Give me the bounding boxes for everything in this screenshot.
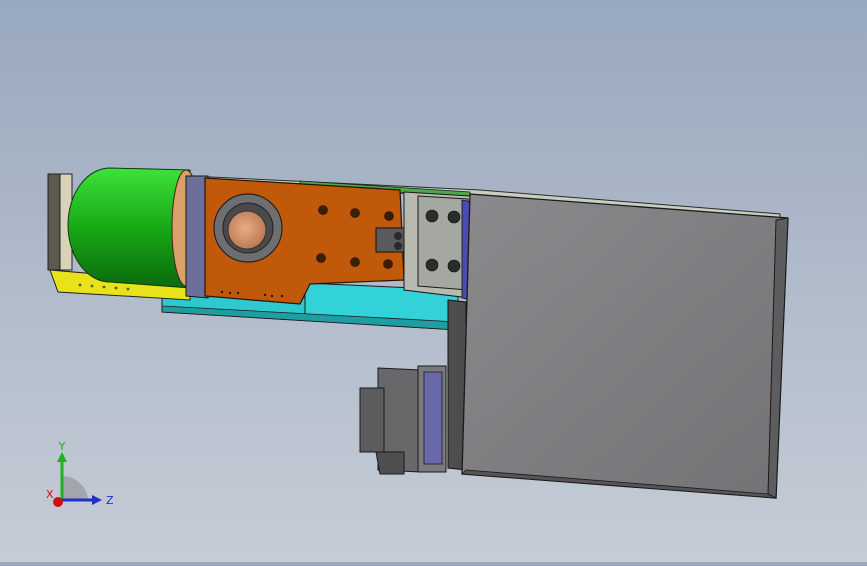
graphics-viewport[interactable]: Y Z X <box>0 0 867 562</box>
y-axis-label: Y <box>58 440 66 453</box>
motor-plate[interactable] <box>185 175 415 305</box>
gearbox[interactable] <box>359 365 447 475</box>
clamp-block[interactable] <box>403 191 473 301</box>
x-axis-label: X <box>46 488 54 501</box>
motor-cylinder[interactable] <box>67 167 201 289</box>
coordinate-triad: Y Z X <box>38 438 118 518</box>
coordinate-triad-icon: Y Z X <box>46 440 114 507</box>
motor-housing[interactable] <box>447 193 789 499</box>
3d-model-view[interactable] <box>0 0 867 562</box>
z-axis-label: Z <box>106 494 114 507</box>
